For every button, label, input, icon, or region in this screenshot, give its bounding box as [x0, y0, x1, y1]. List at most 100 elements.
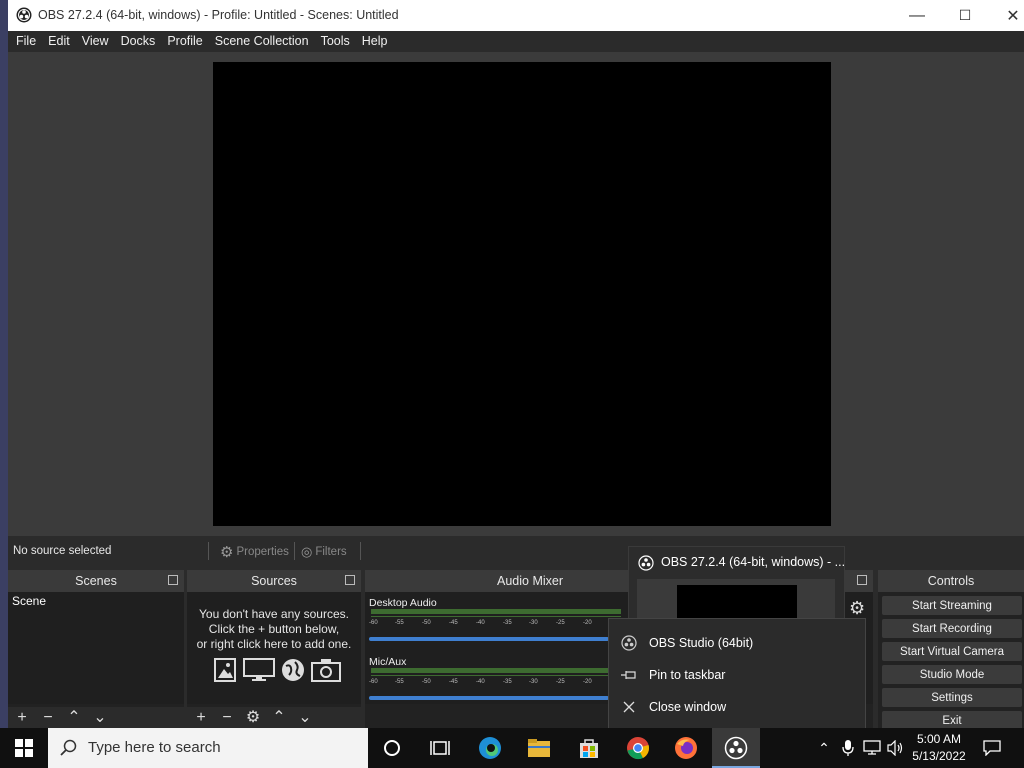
source-type-icons — [213, 658, 341, 682]
firefox-icon[interactable] — [674, 736, 698, 760]
start-recording-button[interactable]: Start Recording — [882, 619, 1022, 638]
obs-taskbar-button[interactable] — [712, 728, 760, 768]
file-explorer-icon[interactable] — [527, 736, 551, 760]
sources-title: Sources — [187, 570, 361, 592]
search-placeholder: Type here to search — [88, 739, 221, 756]
start-virtual-camera-button[interactable]: Start Virtual Camera — [882, 642, 1022, 661]
chevron-up-icon[interactable]: ⌃ — [271, 709, 287, 726]
minus-icon[interactable]: − — [219, 709, 235, 726]
menu-tools[interactable]: Tools — [315, 31, 356, 52]
gear-icon[interactable]: ⚙ — [849, 598, 865, 619]
menu-profile[interactable]: Profile — [161, 31, 208, 52]
taskbar-search[interactable]: Type here to search — [48, 728, 368, 768]
gear-icon: ⚙ — [220, 543, 234, 561]
task-view-icon[interactable] — [428, 736, 452, 760]
scale-label: -20 — [583, 620, 592, 626]
jumplist-app-label: OBS Studio (64bit) — [649, 636, 754, 650]
scale-label: -35 — [503, 679, 512, 685]
scale-label: -50 — [422, 620, 431, 626]
thumbnail-canvas — [677, 585, 797, 621]
monitor-icon — [243, 658, 275, 681]
toolbar-divider — [360, 542, 361, 560]
audio-mixer-title-text: Audio Mixer — [497, 574, 563, 588]
scale-label: -35 — [503, 620, 512, 626]
track-name: Desktop Audio — [369, 597, 437, 609]
taskbar-clock[interactable]: 5:00 AM 5/13/2022 — [904, 731, 974, 765]
empty-line-1: You don't have any sources. — [199, 607, 349, 621]
maximize-button[interactable]: ☐ — [942, 0, 988, 31]
undock-icon[interactable] — [168, 575, 178, 585]
network-icon[interactable] — [860, 736, 884, 760]
jumplist-app-item[interactable]: OBS Studio (64bit) — [609, 627, 865, 659]
properties-label: Properties — [236, 545, 289, 558]
menu-docks[interactable]: Docks — [115, 31, 162, 52]
microphone-icon[interactable] — [836, 736, 860, 760]
source-toolbar: No source selected ⚙ Properties ◎ Filter… — [8, 538, 1024, 565]
exit-button[interactable]: Exit — [882, 711, 1022, 728]
window-title: OBS 27.2.4 (64-bit, windows) - Profile: … — [38, 8, 399, 22]
scale-label: -45 — [449, 679, 458, 685]
empty-sources-message: You don't have any sources. Click the + … — [187, 607, 361, 652]
volume-meter — [371, 616, 621, 617]
chevron-up-icon[interactable]: ⌃ — [812, 736, 836, 760]
controls-body: Start Streaming Start Recording Start Vi… — [878, 592, 1024, 728]
preview-canvas[interactable] — [213, 62, 831, 526]
preview-area — [8, 52, 1024, 536]
edge-icon[interactable] — [478, 736, 502, 760]
chevron-down-icon[interactable]: ⌄ — [92, 709, 108, 726]
cortana-icon[interactable] — [380, 736, 404, 760]
menu-view[interactable]: View — [76, 31, 115, 52]
scale-label: -25 — [556, 620, 565, 626]
camera-icon — [311, 659, 341, 682]
pin-to-taskbar-item[interactable]: Pin to taskbar — [609, 659, 865, 691]
filter-icon: ◎ — [301, 543, 313, 559]
volume-slider[interactable] — [369, 696, 609, 700]
filters-button[interactable]: ◎ Filters — [301, 542, 347, 561]
no-source-label: No source selected — [13, 545, 112, 557]
scale-label: -60 — [369, 620, 378, 626]
chevron-up-icon[interactable]: ⌃ — [66, 709, 82, 726]
undock-icon[interactable] — [345, 575, 355, 585]
scene-item[interactable]: Scene — [8, 592, 184, 610]
scale-label: -60 — [369, 679, 378, 685]
close-button[interactable]: ✕ — [990, 0, 1024, 31]
close-window-item[interactable]: Close window — [609, 691, 865, 723]
chrome-icon[interactable] — [626, 736, 650, 760]
minus-icon[interactable]: − — [40, 709, 56, 726]
volume-slider[interactable] — [369, 637, 609, 641]
minimize-button[interactable]: — — [894, 0, 940, 31]
close-window-label: Close window — [649, 700, 727, 714]
taskbar: Type here to search ⌃ 5:00 AM 5/13/2022 — [0, 728, 1024, 768]
notification-icon[interactable] — [980, 736, 1004, 760]
menu-bar: File Edit View Docks Profile Scene Colle… — [8, 31, 1024, 52]
settings-button[interactable]: Settings — [882, 688, 1022, 707]
scale-label: -55 — [395, 679, 404, 685]
start-streaming-button[interactable]: Start Streaming — [882, 596, 1022, 615]
plus-icon[interactable]: + — [14, 709, 30, 726]
scenes-title: Scenes — [8, 570, 184, 592]
undock-icon[interactable] — [857, 575, 867, 585]
chevron-down-icon[interactable]: ⌄ — [297, 709, 313, 726]
filters-label: Filters — [315, 545, 347, 558]
sources-list[interactable]: You don't have any sources. Click the + … — [187, 592, 361, 704]
gear-icon[interactable]: ⚙ — [245, 709, 261, 726]
scenes-list: Scene — [8, 592, 184, 704]
image-icon — [214, 658, 236, 682]
plus-icon[interactable]: + — [193, 709, 209, 726]
clock-time: 5:00 AM — [916, 732, 962, 746]
close-icon — [609, 701, 649, 713]
scale-label: -30 — [529, 679, 538, 685]
menu-help[interactable]: Help — [356, 31, 394, 52]
menu-file[interactable]: File — [8, 31, 42, 52]
microsoft-store-icon[interactable] — [577, 736, 601, 760]
volume-meter — [371, 609, 621, 614]
scale-label: -40 — [476, 620, 485, 626]
toolbar-divider — [208, 542, 209, 560]
menu-scene-collection[interactable]: Scene Collection — [209, 31, 315, 52]
studio-mode-button[interactable]: Studio Mode — [882, 665, 1022, 684]
menu-edit[interactable]: Edit — [42, 31, 76, 52]
properties-button[interactable]: ⚙ Properties — [220, 542, 289, 561]
clock-date: 5/13/2022 — [912, 749, 966, 763]
windows-start-icon[interactable] — [12, 736, 36, 760]
controls-title: Controls — [878, 570, 1024, 592]
